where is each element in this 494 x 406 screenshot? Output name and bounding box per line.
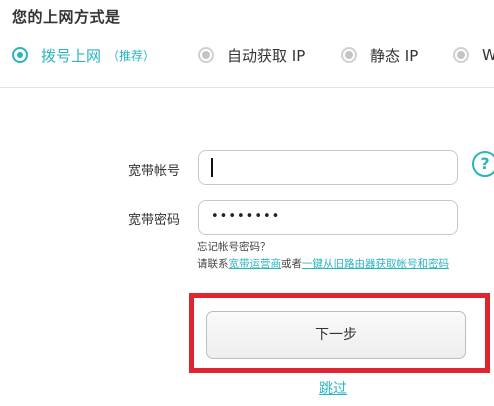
skip-link[interactable]: 跳过 — [319, 378, 347, 398]
contact-hint: 请联系宽带运营商或者一键从旧路由器获取帐号和密码 — [197, 256, 449, 271]
connection-mode-group: 拨号上网 （推荐） 自动获取 IP 静态 IP W — [0, 42, 494, 68]
old-router-import-link[interactable]: 一键从旧路由器获取帐号和密码 — [302, 258, 449, 270]
mode-option-dhcp[interactable]: 自动获取 IP — [198, 42, 305, 68]
account-label: 宽带帐号 — [127, 164, 180, 179]
next-step-button[interactable]: 下一步 — [206, 311, 466, 359]
forgot-credentials-text: 忘记帐号密码？ — [197, 241, 271, 253]
page-heading: 您的上网方式是 — [12, 8, 121, 26]
password-input[interactable]: •••••••• — [198, 200, 458, 235]
mode-note-recommended: （推荐） — [107, 48, 156, 63]
radio-unchecked-icon[interactable] — [341, 47, 357, 63]
account-input[interactable] — [198, 150, 458, 185]
password-mask: •••••••• — [211, 209, 281, 224]
contact-prefix: 请联系 — [197, 258, 229, 270]
help-icon[interactable]: ? — [472, 151, 494, 177]
section-divider — [0, 87, 494, 88]
mode-option-wireless[interactable]: W — [453, 42, 494, 68]
mode-label-pppoe: 拨号上网 — [41, 46, 102, 65]
mode-option-pppoe[interactable]: 拨号上网 （推荐） — [12, 42, 155, 68]
password-label: 宽带密码 — [127, 213, 180, 228]
mode-label-wireless: W — [482, 46, 494, 64]
radio-checked-icon[interactable] — [12, 47, 28, 63]
or-text: 或者 — [281, 258, 302, 270]
radio-unchecked-icon[interactable] — [453, 47, 469, 63]
radio-unchecked-icon[interactable] — [198, 47, 214, 63]
mode-label-dhcp: 自动获取 IP — [227, 46, 306, 65]
mode-option-static[interactable]: 静态 IP — [341, 42, 418, 68]
isp-link[interactable]: 宽带运营商 — [229, 258, 282, 270]
mode-label-static: 静态 IP — [370, 46, 419, 65]
text-cursor — [211, 158, 213, 177]
